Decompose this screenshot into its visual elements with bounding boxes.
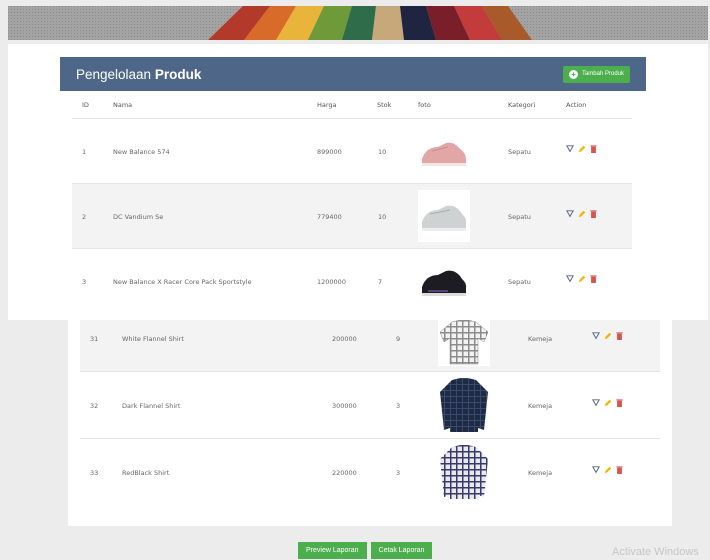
product-photo: [438, 378, 490, 434]
table-row: 32 Dark Flannel Shirt 300000 3 Kemeja: [80, 372, 660, 439]
product-photo: [418, 255, 470, 307]
col-id: ID: [82, 101, 89, 109]
row-kategori: Sepatu: [508, 278, 531, 286]
banner-image: [8, 6, 708, 40]
pencil-icon[interactable]: [604, 332, 612, 340]
filter-icon[interactable]: [592, 466, 600, 474]
row-stok: 3: [396, 469, 401, 477]
row-kategori: Sepatu: [508, 148, 531, 156]
row-nama: New Balance 574: [113, 148, 170, 156]
row-harga: 200000: [332, 335, 357, 343]
print-report-button[interactable]: Cetak Laporan: [370, 542, 433, 559]
row-id: 33: [90, 469, 99, 477]
row-stok: 10: [378, 213, 387, 221]
table-row: 2 DC Vandium Se 779400 10 Sepatu: [72, 183, 632, 248]
title-prefix: Pengelolaan: [76, 66, 155, 82]
title-bold: Produk: [154, 66, 202, 82]
row-nama: White Flannel Shirt: [122, 335, 184, 343]
row-harga: 220000: [332, 469, 357, 477]
col-foto: foto: [418, 101, 431, 109]
product-photo: [438, 319, 490, 366]
col-harga: Harga: [317, 101, 337, 109]
filter-icon[interactable]: [592, 399, 600, 407]
table-row: 31 White Flannel Shirt 200000 9 Kemeja: [80, 319, 660, 372]
col-nama: Nama: [113, 101, 133, 109]
row-nama: DC Vandium Se: [113, 213, 164, 221]
row-id: 1: [82, 148, 87, 156]
col-action: Action: [566, 101, 587, 109]
trash-icon[interactable]: [616, 332, 623, 340]
row-kategori: Kemeja: [528, 402, 553, 410]
row-nama: New Balance X Racer Core Pack Sportstyle: [113, 278, 252, 286]
row-actions: [592, 466, 623, 474]
row-actions: [592, 332, 623, 340]
product-photo: [418, 125, 470, 177]
row-harga: 1200000: [317, 278, 346, 286]
row-id: 32: [90, 402, 99, 410]
plus-icon: +: [568, 69, 578, 79]
trash-icon[interactable]: [590, 210, 597, 218]
pencil-icon[interactable]: [604, 399, 612, 407]
panel-header: Pengelolaan Produk + Tambah Produk: [60, 57, 646, 91]
table-row: 1 New Balance 574 899000 10 Sepatu: [72, 118, 632, 183]
table-header: ID Nama Harga Stok foto Kategori Action: [72, 91, 632, 118]
filter-icon[interactable]: [592, 332, 600, 340]
activate-windows-watermark: Activate Windows: [612, 546, 699, 558]
trash-icon[interactable]: [616, 399, 623, 407]
row-actions: [566, 210, 597, 218]
trash-icon[interactable]: [590, 145, 597, 153]
row-kategori: Kemeja: [528, 469, 553, 477]
add-product-button[interactable]: + Tambah Produk: [562, 65, 630, 83]
col-stok: Stok: [377, 101, 392, 109]
row-actions: [592, 399, 623, 407]
table-row: 33 RedBlack Shirt 220000 3 Kemeja: [80, 439, 660, 506]
pencil-icon[interactable]: [578, 275, 586, 283]
product-photo: [418, 190, 470, 242]
table-row: 3 New Balance X Racer Core Pack Sportsty…: [72, 248, 632, 313]
add-product-label: Tambah Produk: [581, 71, 624, 77]
row-actions: [566, 145, 597, 153]
row-id: 2: [82, 213, 87, 221]
trash-icon[interactable]: [590, 275, 597, 283]
row-stok: 7: [378, 278, 383, 286]
pencil-icon[interactable]: [604, 466, 612, 474]
row-stok: 3: [396, 402, 401, 410]
filter-icon[interactable]: [566, 210, 574, 218]
row-harga: 779400: [317, 213, 342, 221]
row-nama: RedBlack Shirt: [122, 469, 170, 477]
filter-icon[interactable]: [566, 275, 574, 283]
row-stok: 10: [378, 148, 387, 156]
product-panel-continued: 31 White Flannel Shirt 200000 9 Kemeja 3…: [68, 319, 672, 526]
row-id: 3: [82, 278, 87, 286]
col-kategori: Kategori: [508, 101, 536, 109]
row-nama: Dark Flannel Shirt: [122, 402, 181, 410]
row-kategori: Sepatu: [508, 213, 531, 221]
preview-report-button[interactable]: Preview Laporan: [298, 542, 367, 559]
row-harga: 899000: [317, 148, 342, 156]
pencil-icon[interactable]: [578, 145, 586, 153]
product-panel: Pengelolaan Produk + Tambah Produk ID Na…: [60, 57, 646, 315]
trash-icon[interactable]: [616, 466, 623, 474]
report-buttons: Preview Laporan Cetak Laporan: [298, 542, 433, 559]
page-title: Pengelolaan Produk: [76, 67, 201, 82]
row-kategori: Kemeja: [528, 335, 553, 343]
filter-icon[interactable]: [566, 145, 574, 153]
row-id: 31: [90, 335, 99, 343]
row-actions: [566, 275, 597, 283]
row-stok: 9: [396, 335, 401, 343]
row-harga: 300000: [332, 402, 357, 410]
product-photo: [438, 445, 490, 501]
pencil-icon[interactable]: [578, 210, 586, 218]
